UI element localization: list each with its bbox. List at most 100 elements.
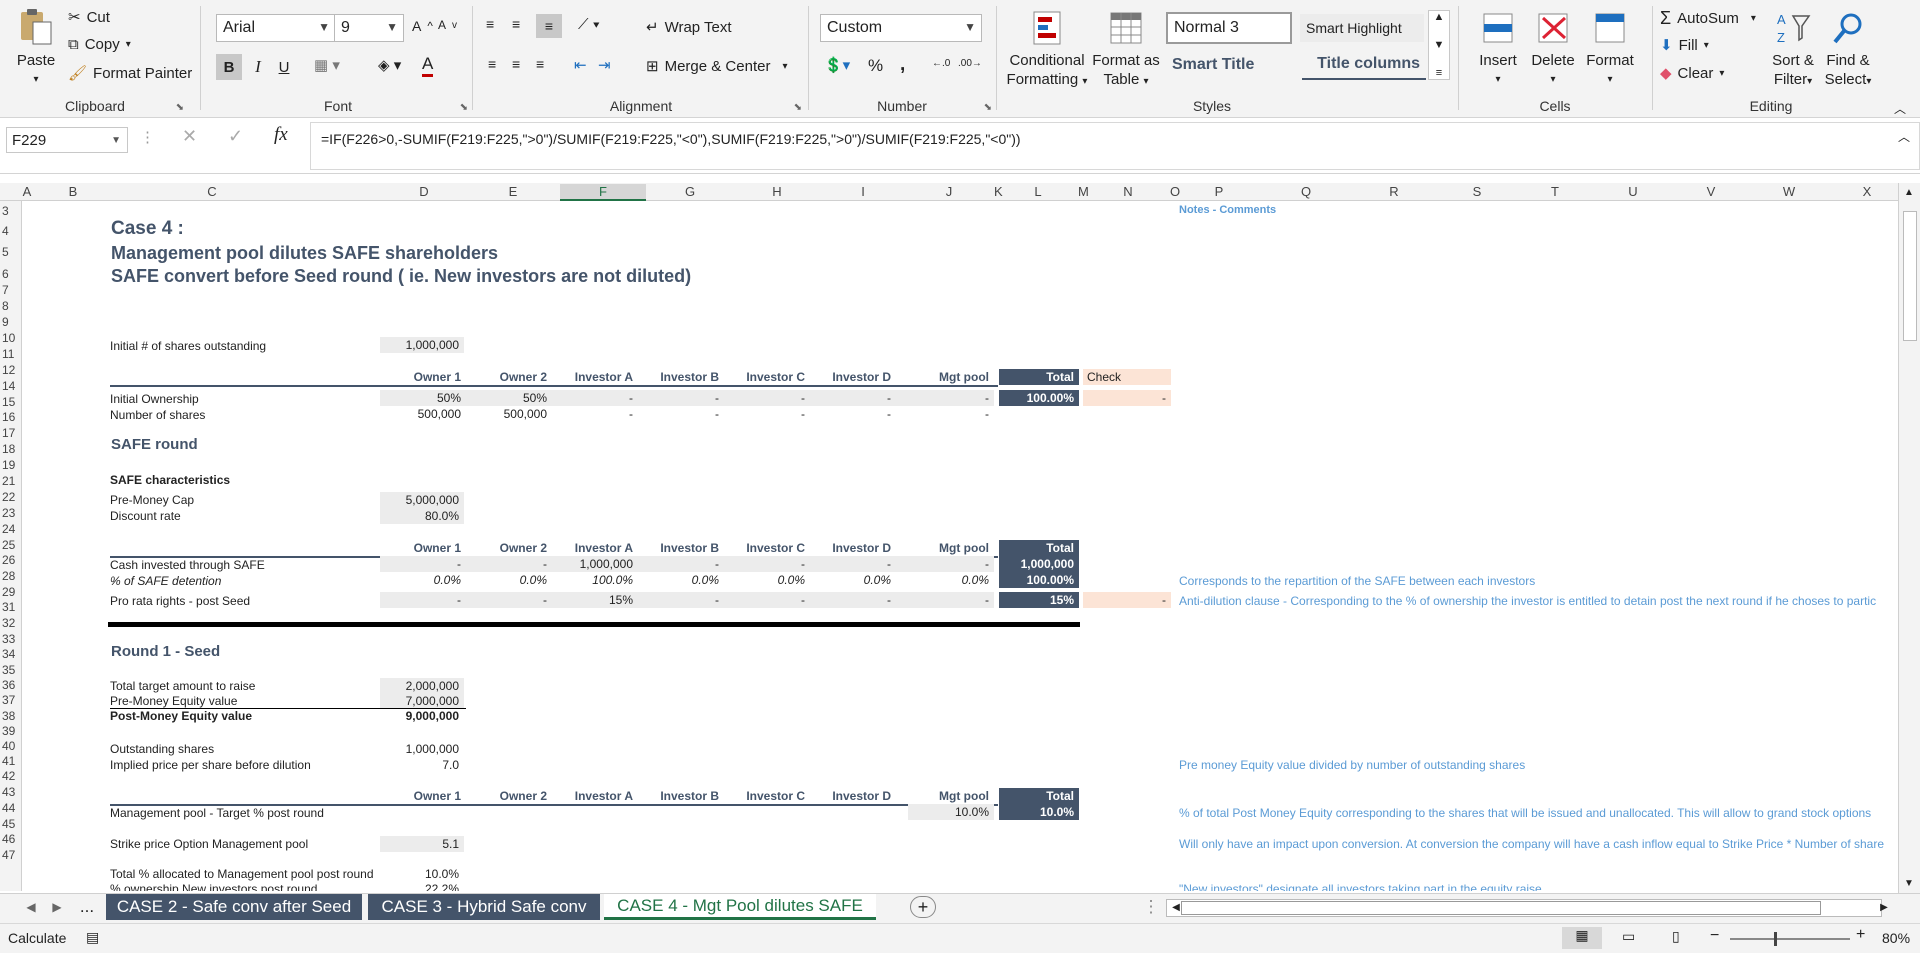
horizontal-scrollbar[interactable]	[1166, 899, 1882, 917]
row-header[interactable]: 41	[2, 754, 20, 768]
bold-button[interactable]: B	[216, 54, 242, 80]
row-header[interactable]: 18	[2, 442, 20, 456]
font-launcher-icon[interactable]: ⬊	[460, 102, 468, 113]
decrease-font-icon[interactable]: Av	[438, 18, 457, 32]
row-header[interactable]: 39	[2, 724, 20, 738]
scroll-thumb[interactable]	[1903, 211, 1917, 341]
row-header[interactable]: 19	[2, 458, 20, 472]
insert-function-button[interactable]: fx	[274, 124, 288, 146]
conditional-formatting-button[interactable]: Conditional Formatting ▾	[1006, 10, 1088, 91]
table-cell[interactable]: -	[466, 556, 552, 572]
page-break-icon[interactable]: ▯	[1672, 928, 1680, 945]
style-normal3[interactable]: Normal 3	[1166, 12, 1292, 44]
prev-sheet-icon[interactable]: ◀	[24, 894, 38, 920]
add-sheet-icon[interactable]: +	[910, 896, 936, 918]
sort-filter-button[interactable]: AZ Sort & Filter▾	[1768, 10, 1818, 91]
row-header[interactable]: 43	[2, 785, 20, 799]
scroll-down-icon[interactable]: ▼	[1904, 878, 1914, 889]
column-header[interactable]: I	[820, 184, 906, 199]
autosum-button[interactable]: Σ AutoSum ▾	[1660, 8, 1756, 29]
tab-split-handle[interactable]: ⋮	[1143, 894, 1160, 920]
row-header[interactable]: 6	[2, 267, 20, 281]
column-header[interactable]: J	[906, 184, 992, 199]
mgmt-pool-value[interactable]: 10.0%	[908, 804, 994, 820]
table-cell[interactable]: -	[810, 592, 896, 608]
row-header[interactable]: 10	[2, 331, 20, 345]
collapse-ribbon-icon[interactable]: ︿	[1894, 100, 1906, 117]
strike-price-value[interactable]: 5.1	[380, 836, 464, 852]
font-name-combo[interactable]: Arial ▼	[216, 14, 336, 42]
pre-money-equity-value[interactable]: 7,000,000	[380, 693, 464, 709]
row-header[interactable]: 33	[2, 632, 20, 646]
row-header[interactable]: 21	[2, 474, 20, 488]
column-header[interactable]: P	[1176, 184, 1262, 199]
column-header[interactable]: H	[734, 184, 820, 199]
font-size-combo[interactable]: 9 ▼	[334, 14, 404, 42]
copy-button[interactable]: ⧉ Copy ▾	[68, 36, 131, 53]
align-left-icon[interactable]: ≡	[488, 56, 496, 72]
initial-shares-value[interactable]: 1,000,000	[380, 337, 464, 353]
tab-case-4[interactable]: CASE 4 - Mgt Pool dilutes SAFE	[604, 894, 876, 920]
style-smart-title[interactable]: Smart Title	[1166, 50, 1292, 80]
discount-rate-value[interactable]: 80.0%	[380, 508, 464, 524]
column-header[interactable]: G	[648, 184, 732, 199]
row-header[interactable]: 38	[2, 709, 20, 723]
table-cell[interactable]: -	[380, 592, 466, 608]
table-cell[interactable]: -	[466, 592, 552, 608]
zoom-slider-thumb[interactable]	[1774, 932, 1777, 946]
cancel-icon[interactable]: ✕	[182, 126, 197, 147]
table-cell[interactable]: -	[638, 390, 724, 406]
table-cell[interactable]: -	[810, 556, 896, 572]
column-header[interactable]: W	[1750, 184, 1828, 199]
row-header[interactable]: 17	[2, 426, 20, 440]
table-cell[interactable]: 50%	[380, 390, 466, 406]
row-header[interactable]: 37	[2, 693, 20, 707]
column-header[interactable]: R	[1350, 184, 1438, 199]
percent-button[interactable]: %	[868, 56, 883, 76]
row-header[interactable]: 15	[2, 395, 20, 409]
number-launcher-icon[interactable]: ⬊	[984, 102, 992, 113]
zoom-level[interactable]: 80%	[1882, 930, 1910, 946]
column-header[interactable]: X	[1828, 184, 1906, 199]
find-select-button[interactable]: Find & Select▾	[1822, 10, 1874, 91]
column-header[interactable]: V	[1672, 184, 1750, 199]
name-box[interactable]: F229 ▼	[6, 127, 128, 153]
paste-button[interactable]: Paste ▾	[14, 6, 58, 89]
number-format-combo[interactable]: Custom ▼	[820, 14, 982, 42]
row-header[interactable]: 28	[2, 569, 20, 583]
fill-button[interactable]: ⬇ Fill ▾	[1660, 36, 1709, 55]
row-header[interactable]: 35	[2, 663, 20, 677]
row-header[interactable]: 31	[2, 600, 20, 614]
insert-button[interactable]: Insert ▾	[1474, 10, 1522, 89]
row-header[interactable]: 42	[2, 769, 20, 783]
alignment-launcher-icon[interactable]: ⬊	[794, 102, 802, 113]
table-cell[interactable]: -	[638, 592, 724, 608]
row-header[interactable]: 44	[2, 801, 20, 815]
scroll-up-icon[interactable]: ▲	[1904, 187, 1914, 198]
increase-indent-icon[interactable]: ⇥	[598, 56, 611, 74]
align-bottom-icon[interactable]: ≡	[536, 14, 562, 38]
row-header[interactable]: 16	[2, 410, 20, 424]
tab-case-2[interactable]: CASE 2 - Safe conv after Seed	[106, 894, 362, 920]
fill-color-icon[interactable]: ◈ ▾	[378, 56, 401, 74]
row-header[interactable]: 22	[2, 490, 20, 504]
formula-input[interactable]: =IF(F226>0,-SUMIF(F219:F225,">0")/SUMIF(…	[310, 122, 1920, 170]
format-button[interactable]: Format ▾	[1582, 10, 1638, 89]
enter-check-icon[interactable]: ✓	[228, 126, 243, 147]
table-cell[interactable]: 50%	[466, 390, 552, 406]
worksheet-grid[interactable]: Notes - Comments Case 4 : Management poo…	[22, 201, 1900, 891]
borders-icon[interactable]: ▦ ▾	[314, 56, 340, 74]
expand-formula-icon[interactable]: ︿	[1898, 128, 1910, 145]
table-cell[interactable]: -	[380, 556, 466, 572]
table-cell[interactable]: -	[896, 390, 994, 406]
normal-view-icon[interactable]: ▦	[1562, 927, 1602, 949]
column-header[interactable]: A	[22, 184, 32, 199]
more-sheets-button[interactable]: ...	[76, 894, 98, 920]
table-cell[interactable]: -	[638, 556, 724, 572]
target-raise-value[interactable]: 2,000,000	[380, 678, 464, 694]
increase-font-icon[interactable]: A ^	[412, 18, 433, 34]
row-header[interactable]: 26	[2, 553, 20, 567]
vertical-scrollbar[interactable]: ▲ ▼	[1898, 183, 1920, 893]
wrap-text-button[interactable]: ↵ Wrap Text	[646, 18, 732, 37]
cut-button[interactable]: ✂ Cut	[68, 8, 110, 27]
